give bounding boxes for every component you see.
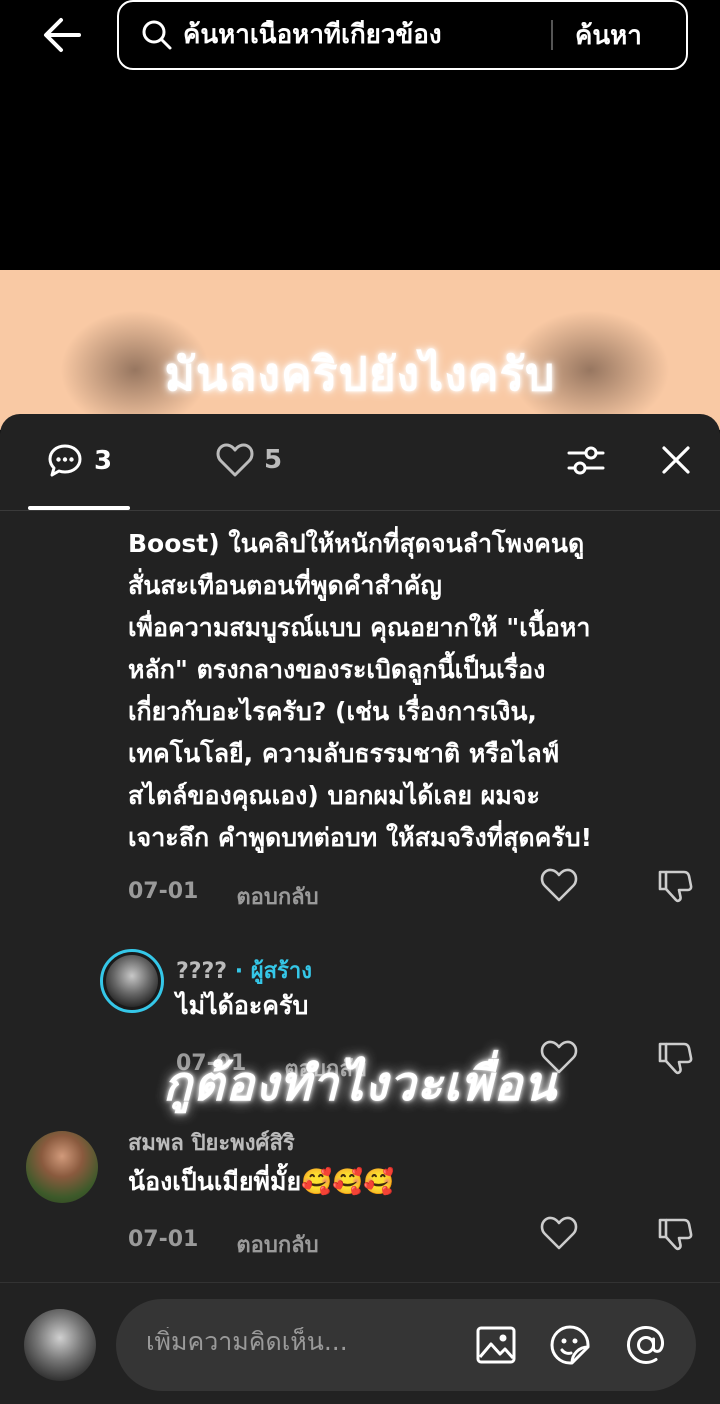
dislike-button[interactable] — [656, 1215, 696, 1255]
comment-composer — [0, 1282, 720, 1404]
comment-text: น้องเป็นเมียพี่มั้ย🥰🥰🥰 — [128, 1167, 395, 1196]
image-button[interactable] — [474, 1323, 518, 1367]
like-button[interactable] — [540, 867, 580, 907]
back-button[interactable] — [34, 10, 90, 60]
heart-icon — [540, 1216, 578, 1250]
comments-list: Boost) ในคลิปให้หนักที่สุดจนลำโพงคนดู สั… — [0, 511, 720, 1281]
like-button[interactable] — [540, 1215, 580, 1255]
reply-button[interactable]: ตอบกลับ — [236, 879, 318, 914]
avatar-creator[interactable] — [100, 949, 164, 1013]
sliders-icon — [567, 446, 605, 475]
arrow-left-icon — [44, 18, 81, 52]
comment-line: สั่นสะเทือนตอนที่พูดคำสำคัญ — [128, 571, 442, 600]
comment-date: 07-01 — [128, 1227, 199, 1252]
my-avatar — [24, 1309, 96, 1381]
comment-bubble-icon — [48, 444, 82, 477]
thumbs-down-icon — [658, 1218, 693, 1251]
tab-comments[interactable]: 3 — [46, 442, 112, 480]
avatar-user[interactable] — [26, 1131, 98, 1203]
video-preview[interactable]: มันลงคริปยังไงครับ — [0, 270, 720, 430]
close-icon — [662, 446, 690, 474]
video-overlay-caption: กูต้องทำไงวะเพื่อน — [162, 1056, 558, 1112]
comment-author[interactable]: ???? · ผู้สร้าง — [176, 953, 312, 988]
heart-icon — [216, 443, 254, 477]
comment-text: ไม่ได้อะครับ — [176, 991, 309, 1020]
comment-author[interactable]: สมพล ปิยะพงศ์สิริ — [128, 1125, 295, 1160]
likes-count: 5 — [264, 445, 283, 475]
tab-likes[interactable]: 5 — [216, 442, 282, 478]
video-caption: มันลงคริปยังไงครับ — [164, 347, 556, 401]
search-input[interactable] — [183, 20, 543, 50]
comments-count: 3 — [94, 446, 113, 476]
comment-line: หลัก" ตรงกลางของระเบิดลูกนี้เป็นเรื่อง — [128, 655, 546, 684]
comment-input[interactable] — [146, 1327, 466, 1356]
comment-text: Boost) ในคลิปให้หนักที่สุดจนลำโพงคนดู สั… — [128, 523, 592, 859]
comments-tabs: 3 5 — [0, 414, 720, 510]
sticker-button[interactable] — [548, 1323, 592, 1367]
mention-button[interactable] — [624, 1323, 668, 1367]
avatar-image — [106, 955, 158, 1007]
comment-line: เทคโนโลยี, ความลับธรรมชาติ หรือไลฟ์ — [128, 739, 560, 768]
search-divider — [551, 20, 553, 50]
creator-badge: · ผู้สร้าง — [234, 959, 312, 984]
search-button[interactable]: ค้นหา — [575, 15, 642, 56]
comment-meta: 07-01 ตอบกลับ — [128, 1227, 319, 1262]
close-button[interactable] — [656, 440, 696, 480]
comment-line: สไตล์ของคุณเอง) บอกผมได้เลย ผมจะ — [128, 781, 540, 810]
image-icon — [476, 1326, 516, 1364]
thumbs-down-icon — [658, 870, 693, 903]
heart-icon — [540, 868, 578, 902]
top-bar: ค้นหา — [0, 0, 720, 80]
comment-meta: 07-01 ตอบกลับ — [128, 879, 319, 914]
reply-button[interactable]: ตอบกลับ — [236, 1227, 318, 1262]
comment-date: 07-01 — [128, 879, 199, 904]
comment-input-box[interactable] — [116, 1299, 696, 1391]
filter-button[interactable] — [566, 440, 606, 480]
sticker-icon — [550, 1325, 590, 1365]
comments-panel: 3 5 Boost) ในคลิปให้หนักที่สุดจนลำโพงคนด… — [0, 414, 720, 1404]
comment-line: เจาะลึก คำพูดบทต่อบท ให้สมจริงที่สุดครับ… — [128, 823, 593, 852]
comment-line: เกี่ยวกับอะไรครับ? (เช่น เรื่องการเงิน, — [128, 697, 537, 726]
comment-line: เพื่อความสมบูรณ์แบบ คุณอยากให้ "เนื้อหา — [128, 613, 591, 642]
search-icon — [141, 18, 175, 52]
author-name: ???? — [176, 959, 228, 984]
search-bar: ค้นหา — [117, 0, 688, 70]
dislike-button[interactable] — [656, 867, 696, 907]
at-icon — [626, 1325, 665, 1365]
comment-line: Boost) ในคลิปให้หนักที่สุดจนลำโพงคนดู — [128, 529, 585, 558]
